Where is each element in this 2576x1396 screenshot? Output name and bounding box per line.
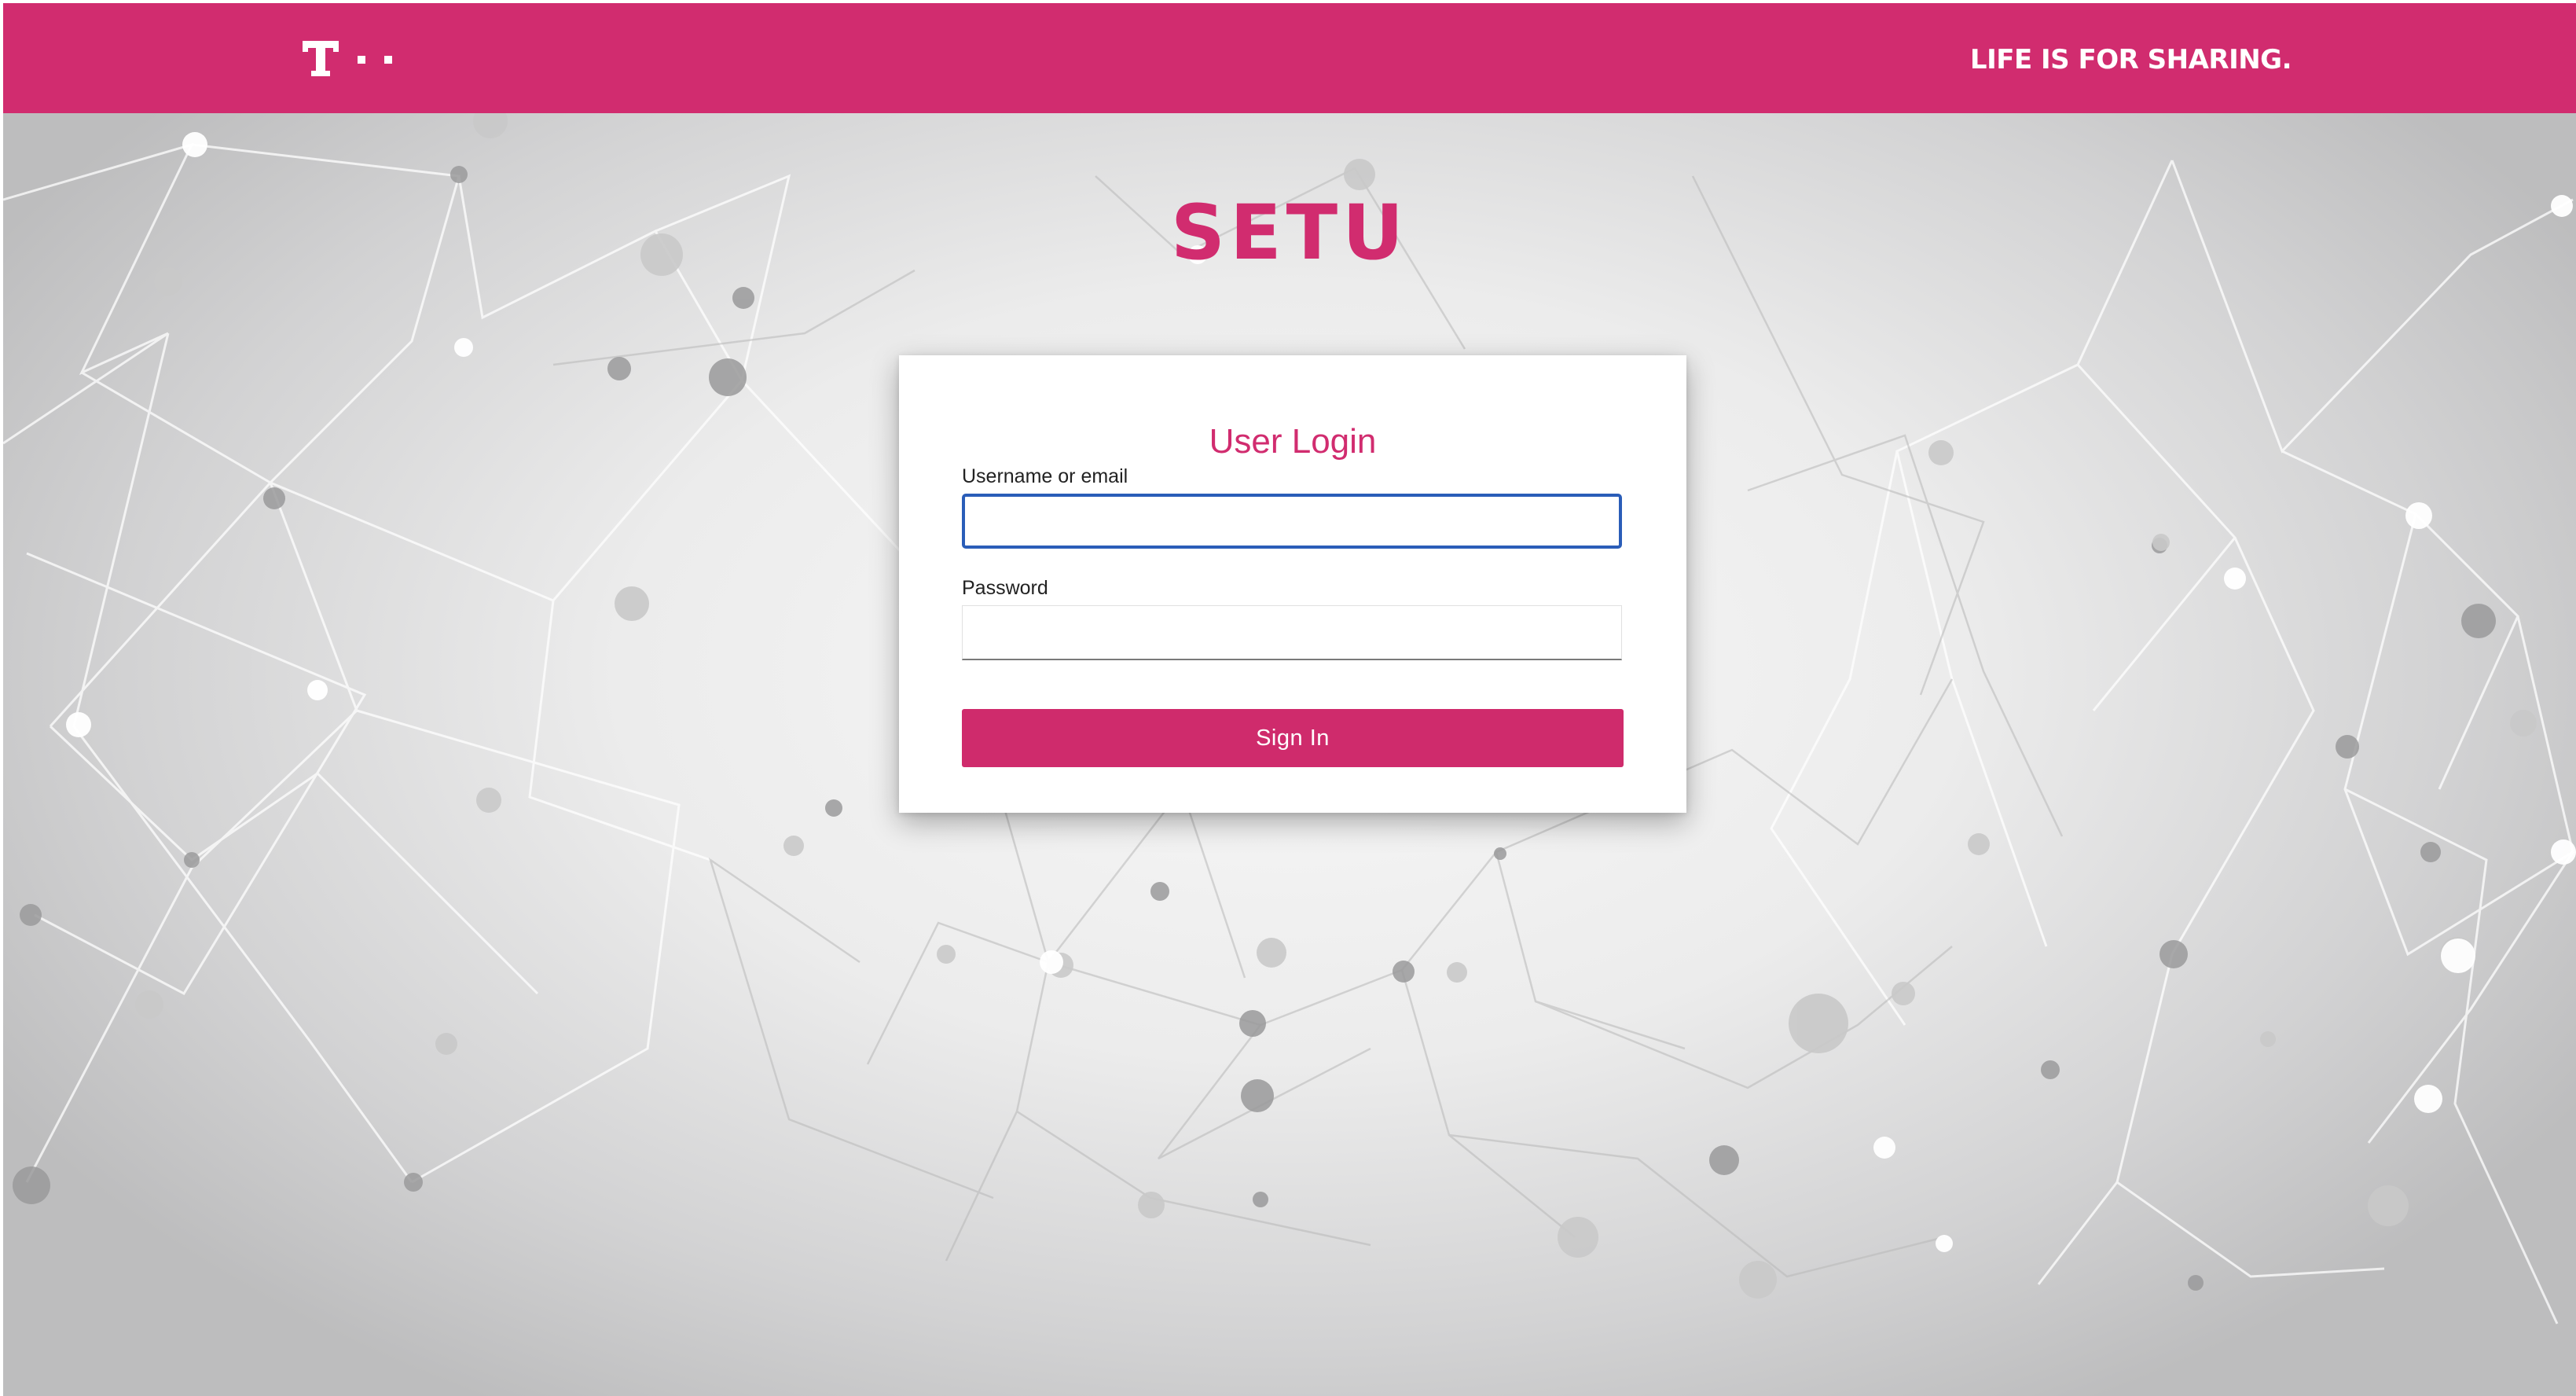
login-title: User Login (1209, 422, 1377, 461)
username-label: Username or email (962, 465, 1128, 487)
login-card: User Login Username or email Password Si… (899, 355, 1686, 813)
username-input[interactable] (962, 494, 1622, 549)
brand-tagline: LIFE IS FOR SHARING. (1969, 44, 2292, 75)
password-label: Password (962, 577, 1048, 599)
login-page: LIFE IS FOR SHARING. SETU User Login Use… (3, 3, 2576, 1396)
password-input[interactable] (962, 605, 1622, 660)
telekom-logo-icon (303, 41, 392, 76)
top-header: LIFE IS FOR SHARING. (3, 3, 2576, 113)
app-title: SETU (1170, 189, 1409, 277)
sign-in-button[interactable]: Sign In (962, 709, 1624, 767)
